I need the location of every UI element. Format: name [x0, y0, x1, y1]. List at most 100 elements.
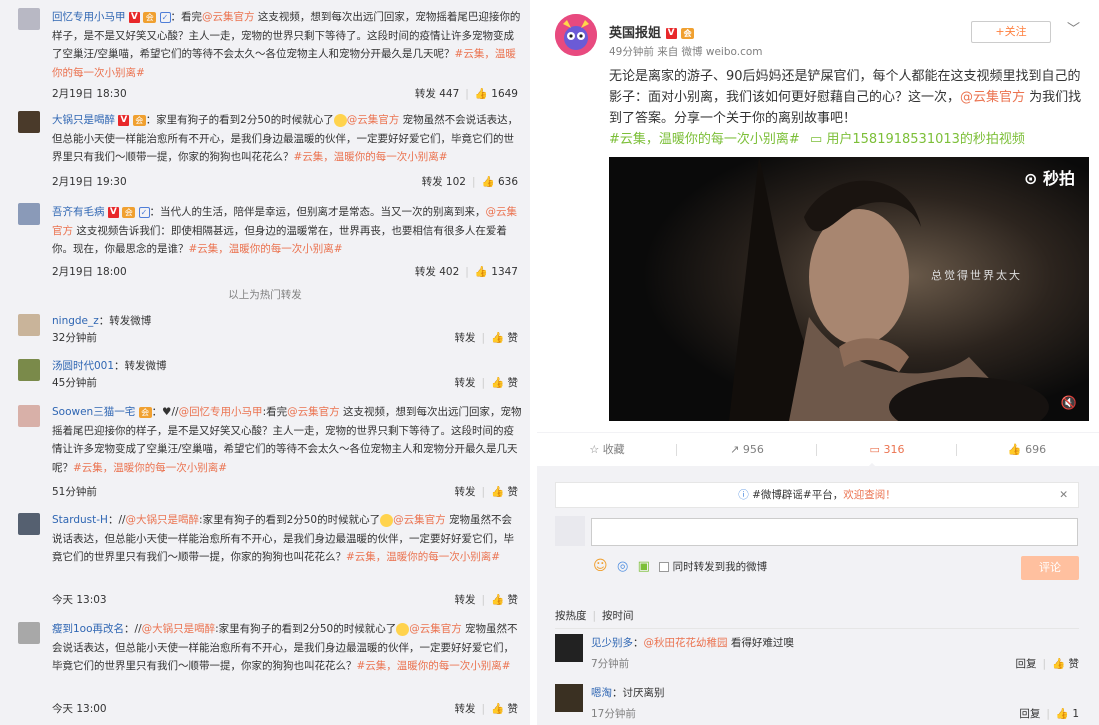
- repost-button[interactable]: 转发 447: [415, 88, 459, 100]
- timestamp[interactable]: 今天 13:03: [52, 592, 107, 608]
- topic-link[interactable]: #云集，温暖你的每一次小别离#: [294, 151, 448, 163]
- user-name-link[interactable]: 见少别多: [591, 637, 633, 649]
- repost-button[interactable]: 转发: [455, 332, 476, 344]
- like-button[interactable]: 👍 赞: [491, 377, 518, 389]
- post-text: 无论是离家的游子、90后妈妈还是铲屎官们，每个人都能在这支视频里找到自己的影子：…: [609, 66, 1089, 150]
- favorite-button[interactable]: ☆ 收藏: [537, 433, 677, 467]
- topic-link[interactable]: #云集，温暖你的每一次小别离#: [346, 551, 500, 563]
- mention-link[interactable]: @云集官方: [287, 406, 340, 418]
- mute-icon[interactable]: 🔇: [1061, 396, 1077, 411]
- mention-link[interactable]: @云集官方: [960, 90, 1025, 105]
- user-name-link[interactable]: Stardust-H: [52, 514, 108, 526]
- repost-button[interactable]: 转发: [455, 486, 476, 498]
- author-name-text[interactable]: 英国报姐: [609, 26, 661, 41]
- repost-button[interactable]: 转发: [455, 594, 476, 606]
- task-badge-icon: ✓: [159, 11, 171, 23]
- follow-button[interactable]: +关注: [971, 21, 1051, 43]
- post-text: ：♥//: [151, 406, 179, 418]
- repost-button[interactable]: 转发: [455, 703, 476, 715]
- user-name-link[interactable]: Soowen三猫一宅: [52, 406, 135, 418]
- checkbox-icon[interactable]: [659, 562, 670, 572]
- avatar[interactable]: [18, 314, 40, 336]
- like-button[interactable]: 👍 636: [482, 176, 518, 188]
- mention-link[interactable]: @大锅只是喝醉: [142, 623, 216, 635]
- repost-text: 大锅只是喝醉 V 会：家里有狗子的看到2分50的时候就心了 @云集官方 宠物虽然不…: [52, 111, 522, 167]
- timestamp[interactable]: 45分钟前: [52, 375, 97, 391]
- checkbox-label: 同时转发到我的微博: [672, 561, 768, 573]
- user-name-link[interactable]: 汤圆时代001: [52, 360, 114, 372]
- video-link-text[interactable]: 用户1581918531013的秒拍视频: [826, 132, 1025, 147]
- timestamp[interactable]: 今天 13:00: [52, 701, 107, 717]
- like-button[interactable]: 👍 赞: [491, 703, 518, 715]
- avatar[interactable]: [18, 8, 40, 30]
- image-icon[interactable]: ▣: [638, 559, 650, 574]
- repost-button[interactable]: ↗ 956: [677, 433, 817, 467]
- repost-button[interactable]: 转发 102: [422, 176, 466, 188]
- avatar[interactable]: [555, 634, 583, 662]
- comment-button[interactable]: ▭ 316: [817, 433, 957, 467]
- avatar[interactable]: [18, 405, 40, 427]
- emoji-icon[interactable]: ☺: [593, 558, 608, 574]
- repost-text: 汤圆时代001：转发微博: [52, 357, 522, 376]
- video-player[interactable]: ⊙ 秒拍 总觉得世界太大 🔇: [609, 157, 1089, 421]
- timestamp[interactable]: 2月19日 19:30: [52, 174, 127, 190]
- mention-link[interactable]: @秋田花花幼稚园: [644, 637, 728, 649]
- like-button[interactable]: 👍 赞: [491, 332, 518, 344]
- user-name-link[interactable]: 大锅只是喝醉: [52, 114, 115, 126]
- sort-by-hot-tab[interactable]: 按热度: [555, 610, 587, 622]
- author-avatar[interactable]: [555, 14, 597, 56]
- like-button[interactable]: 👍 赞: [491, 594, 518, 606]
- mention-link[interactable]: @云集官方: [347, 114, 400, 126]
- gif-icon[interactable]: ◎: [617, 559, 628, 574]
- like-button[interactable]: 👍 696: [957, 433, 1097, 467]
- like-button[interactable]: 👍 赞: [491, 486, 518, 498]
- timestamp[interactable]: 2月19日 18:00: [52, 264, 127, 280]
- mention-link[interactable]: @云集官方: [409, 623, 462, 635]
- avatar[interactable]: [18, 111, 40, 133]
- post-time-source[interactable]: 49分钟前 来自 微博 weibo.com: [609, 44, 763, 59]
- mention-link[interactable]: @云集官方: [202, 11, 255, 23]
- mention-link[interactable]: @回忆专用小马甲: [179, 406, 263, 418]
- timestamp[interactable]: 51分钟前: [52, 484, 97, 500]
- mention-link[interactable]: @云集官方: [393, 514, 446, 526]
- like-icon: 👍: [491, 332, 505, 344]
- user-name-link[interactable]: 吾齐有毛病: [52, 206, 105, 218]
- comment-icon: ▭: [869, 443, 880, 456]
- reply-button[interactable]: 回复: [1016, 658, 1037, 670]
- topic-link[interactable]: #云集，温暖你的每一次小别离#: [357, 660, 511, 672]
- topic-link[interactable]: #云集，温暖你的每一次小别离#: [73, 462, 227, 474]
- like-button[interactable]: 👍 赞: [1052, 658, 1079, 670]
- topic-link[interactable]: #云集，温暖你的每一次小别离#: [609, 132, 800, 147]
- reply-button[interactable]: 回复: [1019, 708, 1040, 720]
- user-name-link[interactable]: ningde_z: [52, 315, 99, 327]
- topic-link[interactable]: #云集，温暖你的每一次小别离#: [189, 243, 343, 255]
- timestamp[interactable]: 2月19日 18:30: [52, 86, 127, 102]
- avatar[interactable]: [18, 359, 40, 381]
- comment-submit-button[interactable]: 评论: [1021, 556, 1079, 580]
- video-link[interactable]: ▭ 用户1581918531013的秒拍视频: [810, 132, 1025, 147]
- user-name-link[interactable]: 回忆专用小马甲: [52, 11, 126, 23]
- repost-button[interactable]: 转发 402: [415, 266, 459, 278]
- post-text: ：//: [107, 514, 126, 526]
- sort-by-time-tab[interactable]: 按时间: [602, 610, 634, 622]
- comment-section: ⓘ #微博辟谣#平台，欢迎查阅！ ✕ ☺ ◎ ▣ 同时转发到我的微博 评论 按热…: [537, 466, 1099, 725]
- repost-checkbox[interactable]: 同时转发到我的微博: [659, 561, 767, 573]
- repost-button[interactable]: 转发: [455, 377, 476, 389]
- like-button[interactable]: 👍 1: [1056, 708, 1079, 720]
- author-name[interactable]: 英国报姐 V 会: [609, 22, 695, 41]
- user-name-link[interactable]: 瘦到1oo再改名: [52, 623, 124, 635]
- avatar[interactable]: [18, 203, 40, 225]
- like-button[interactable]: 👍 1347: [475, 266, 518, 278]
- avatar[interactable]: [18, 622, 40, 644]
- chevron-down-icon[interactable]: ﹀: [1067, 18, 1080, 37]
- like-button[interactable]: 👍 1649: [475, 88, 518, 100]
- like-count: 1: [1072, 708, 1079, 720]
- close-icon[interactable]: ✕: [1059, 483, 1068, 507]
- avatar[interactable]: [18, 513, 40, 535]
- timestamp[interactable]: 32分钟前: [52, 330, 97, 346]
- mention-link[interactable]: @大锅只是喝醉: [126, 514, 200, 526]
- user-name-link[interactable]: 嗯淘: [591, 687, 612, 699]
- comment-input[interactable]: [591, 518, 1078, 546]
- avatar[interactable]: [555, 684, 583, 712]
- notice-link[interactable]: 欢迎查阅！: [843, 489, 896, 501]
